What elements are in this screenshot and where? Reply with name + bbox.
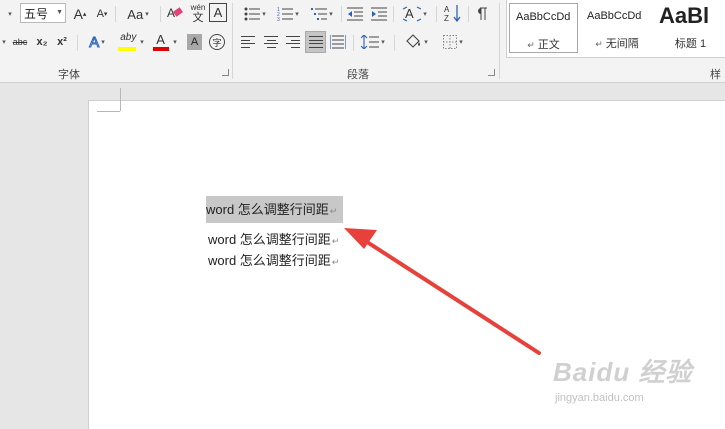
watermark-url: jingyan.baidu.com: [555, 392, 644, 404]
baidu-jingyan-watermark: Baidu 经验 jingyan.baidu.com: [553, 352, 725, 412]
watermark-logo: Baidu 经验: [553, 357, 693, 387]
